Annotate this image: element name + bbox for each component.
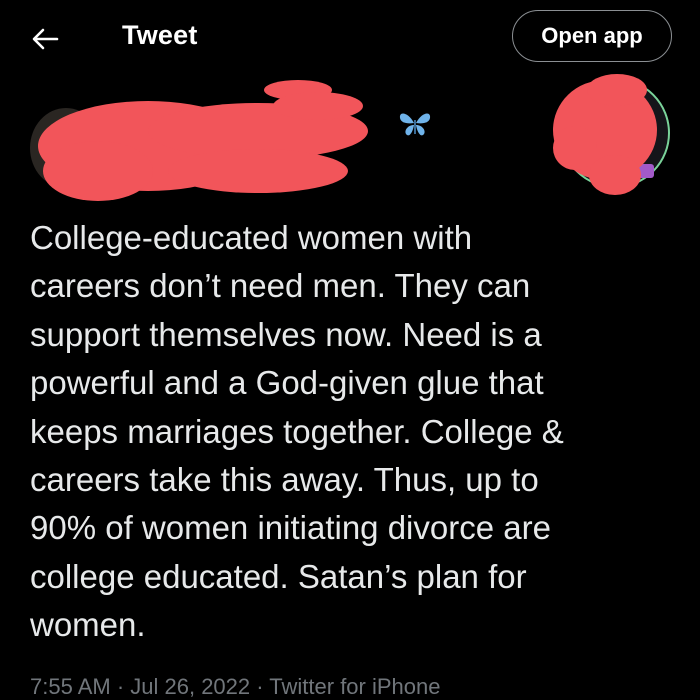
tweet-timestamp[interactable]: 7:55 AM · Jul 26, 2022 · Twitter for iPh…	[30, 674, 440, 700]
redaction-avatar	[553, 74, 657, 195]
butterfly-icon	[399, 113, 431, 136]
back-button[interactable]	[28, 22, 62, 56]
page-title: Tweet	[122, 20, 198, 50]
redaction-name	[38, 80, 368, 201]
arrow-left-icon	[32, 28, 59, 50]
tweet-text: College-educated women with careers don’…	[30, 219, 564, 644]
open-app-button[interactable]: Open app	[512, 10, 672, 62]
top-bar: Tweet Open app	[0, 0, 700, 76]
